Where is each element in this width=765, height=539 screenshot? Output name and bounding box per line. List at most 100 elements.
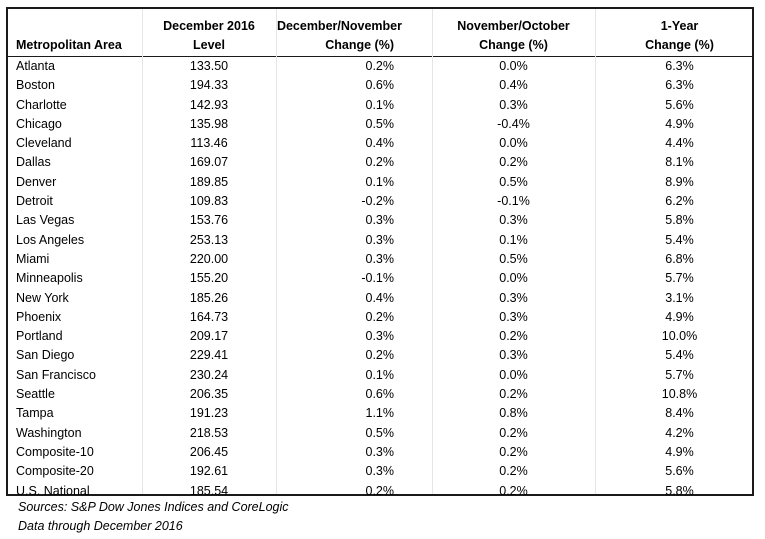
column-gridline bbox=[276, 9, 277, 494]
cell-area: Washington bbox=[16, 425, 82, 440]
cell-area: Minneapolis bbox=[16, 271, 83, 286]
cell-level: 253.13 bbox=[189, 232, 229, 247]
cell-level: 229.41 bbox=[189, 348, 229, 363]
home-price-index-table: December 2016 December/November November… bbox=[6, 7, 754, 498]
cell-one-year-change: 10.0% bbox=[661, 329, 698, 344]
cell-one-year-change: 5.4% bbox=[665, 348, 694, 363]
cell-nov-oct-change: 0.2% bbox=[499, 387, 528, 402]
cell-level: 220.00 bbox=[189, 251, 229, 266]
cell-dec-nov-change: 0.1% bbox=[365, 174, 395, 189]
table-row: Minneapolis 155.20 -0.1% 0.0% 5.7% bbox=[8, 269, 752, 288]
cell-dec-nov-change: 0.3% bbox=[365, 464, 395, 479]
cell-area: Boston bbox=[16, 78, 55, 93]
cell-level: 113.46 bbox=[190, 136, 228, 151]
header-dec-nov-line1: December/November bbox=[276, 19, 402, 33]
cell-level: 153.76 bbox=[189, 213, 229, 228]
cell-one-year-change: 5.7% bbox=[665, 367, 694, 382]
cell-dec-nov-change: 0.3% bbox=[365, 444, 395, 459]
table-row: Las Vegas 153.76 0.3% 0.3% 5.8% bbox=[8, 211, 752, 230]
table-row: Charlotte 142.93 0.1% 0.3% 5.6% bbox=[8, 96, 752, 115]
cell-nov-oct-change: 0.3% bbox=[499, 348, 528, 363]
table-row: San Francisco 230.24 0.1% 0.0% 5.7% bbox=[8, 366, 752, 385]
cell-nov-oct-change: -0.1% bbox=[497, 194, 530, 209]
table-row: Dallas 169.07 0.2% 0.2% 8.1% bbox=[8, 153, 752, 172]
cell-level: 164.73 bbox=[189, 309, 229, 324]
data-table: December 2016 December/November November… bbox=[8, 9, 752, 501]
cell-level: 185.26 bbox=[189, 290, 229, 305]
table-row: Portland 209.17 0.3% 0.2% 10.0% bbox=[8, 327, 752, 346]
header-one-year-line1: 1-Year bbox=[660, 19, 699, 33]
cell-nov-oct-change: 0.1% bbox=[499, 232, 528, 247]
cell-nov-oct-change: 0.2% bbox=[499, 329, 528, 344]
table-row: San Diego 229.41 0.2% 0.3% 5.4% bbox=[8, 346, 752, 365]
cell-dec-nov-change: 0.5% bbox=[365, 116, 395, 131]
cell-one-year-change: 4.9% bbox=[665, 116, 694, 131]
table-row: Miami 220.00 0.3% 0.5% 6.8% bbox=[8, 250, 752, 269]
cell-one-year-change: 4.9% bbox=[665, 309, 694, 324]
cell-dec-nov-change: 0.3% bbox=[365, 329, 395, 344]
cell-one-year-change: 5.4% bbox=[665, 232, 694, 247]
table-header: December 2016 December/November November… bbox=[8, 9, 752, 57]
header-level-line1: December 2016 bbox=[163, 19, 255, 33]
cell-nov-oct-change: 0.2% bbox=[499, 155, 528, 170]
cell-nov-oct-change: 0.0% bbox=[499, 271, 528, 286]
header-nov-oct-line1: November/October bbox=[457, 19, 570, 33]
cell-area: Phoenix bbox=[16, 309, 62, 324]
cell-area: Detroit bbox=[16, 194, 53, 209]
header-row-2: Metropolitan Area Level Change (%) Chang… bbox=[8, 36, 752, 57]
table-row: Boston 194.33 0.6% 0.4% 6.3% bbox=[8, 76, 752, 95]
cell-nov-oct-change: 0.3% bbox=[499, 97, 528, 112]
cell-one-year-change: 6.8% bbox=[665, 251, 694, 266]
cell-dec-nov-change: 0.1% bbox=[365, 97, 395, 112]
cell-one-year-change: 5.8% bbox=[665, 483, 694, 498]
header-one-year: Change (%) bbox=[595, 36, 752, 57]
cell-nov-oct-change: 0.0% bbox=[499, 367, 528, 382]
cell-dec-nov-change: 0.4% bbox=[365, 290, 395, 305]
cell-level: 133.50 bbox=[189, 59, 229, 73]
cell-one-year-change: 8.4% bbox=[665, 406, 694, 421]
cell-area: Composite-10 bbox=[16, 444, 94, 459]
cell-area: Denver bbox=[16, 174, 57, 189]
table-row: Denver 189.85 0.1% 0.5% 8.9% bbox=[8, 173, 752, 192]
cell-one-year-change: 10.8% bbox=[661, 387, 698, 402]
cell-area: San Diego bbox=[16, 348, 75, 363]
cell-dec-nov-change: 0.2% bbox=[365, 155, 395, 170]
cell-level: 206.35 bbox=[189, 387, 229, 402]
cell-dec-nov-change: 0.2% bbox=[365, 309, 395, 324]
table-row: Chicago 135.98 0.5% -0.4% 4.9% bbox=[8, 115, 752, 134]
cell-one-year-change: 3.1% bbox=[665, 290, 694, 305]
cell-area: Chicago bbox=[16, 116, 62, 131]
cell-nov-oct-change: 0.3% bbox=[499, 213, 528, 228]
cell-level: 155.20 bbox=[189, 271, 229, 286]
cell-dec-nov-change: 0.1% bbox=[365, 367, 395, 382]
cell-dec-nov-change: 1.1% bbox=[365, 406, 395, 421]
cell-nov-oct-change: -0.4% bbox=[497, 116, 530, 131]
cell-dec-nov-change: 0.3% bbox=[365, 213, 395, 228]
cell-one-year-change: 4.4% bbox=[665, 136, 694, 151]
cell-one-year-change: 8.9% bbox=[665, 174, 694, 189]
cell-area: Atlanta bbox=[16, 59, 55, 73]
cell-area: Portland bbox=[16, 329, 63, 344]
cell-level: 189.85 bbox=[189, 174, 229, 189]
cell-area: Seattle bbox=[16, 387, 55, 402]
cell-one-year-change: 5.6% bbox=[665, 464, 694, 479]
cell-dec-nov-change: 0.4% bbox=[365, 136, 395, 151]
cell-nov-oct-change: 0.5% bbox=[499, 174, 528, 189]
column-gridline bbox=[432, 9, 433, 494]
table-row: Phoenix 164.73 0.2% 0.3% 4.9% bbox=[8, 308, 752, 327]
cell-dec-nov-change: 0.6% bbox=[365, 78, 395, 93]
table-row: Atlanta 133.50 0.2% 0.0% 6.3% bbox=[8, 57, 752, 77]
header-row-1: December 2016 December/November November… bbox=[8, 9, 752, 36]
cell-one-year-change: 5.8% bbox=[665, 213, 694, 228]
table-row: Cleveland 113.46 0.4% 0.0% 4.4% bbox=[8, 134, 752, 153]
cell-area: New York bbox=[16, 290, 69, 305]
cell-level: 169.07 bbox=[189, 155, 229, 170]
cell-nov-oct-change: 0.2% bbox=[499, 425, 528, 440]
cell-dec-nov-change: 0.6% bbox=[365, 387, 395, 402]
header-area: Metropolitan Area bbox=[8, 36, 142, 57]
cell-dec-nov-change: 0.5% bbox=[365, 425, 395, 440]
cell-level: 194.33 bbox=[189, 78, 229, 93]
cell-level: 109.83 bbox=[189, 194, 229, 209]
sources-note: Sources: S&P Dow Jones Indices and CoreL… bbox=[18, 500, 289, 514]
table-row: Detroit 109.83 -0.2% -0.1% 6.2% bbox=[8, 192, 752, 211]
